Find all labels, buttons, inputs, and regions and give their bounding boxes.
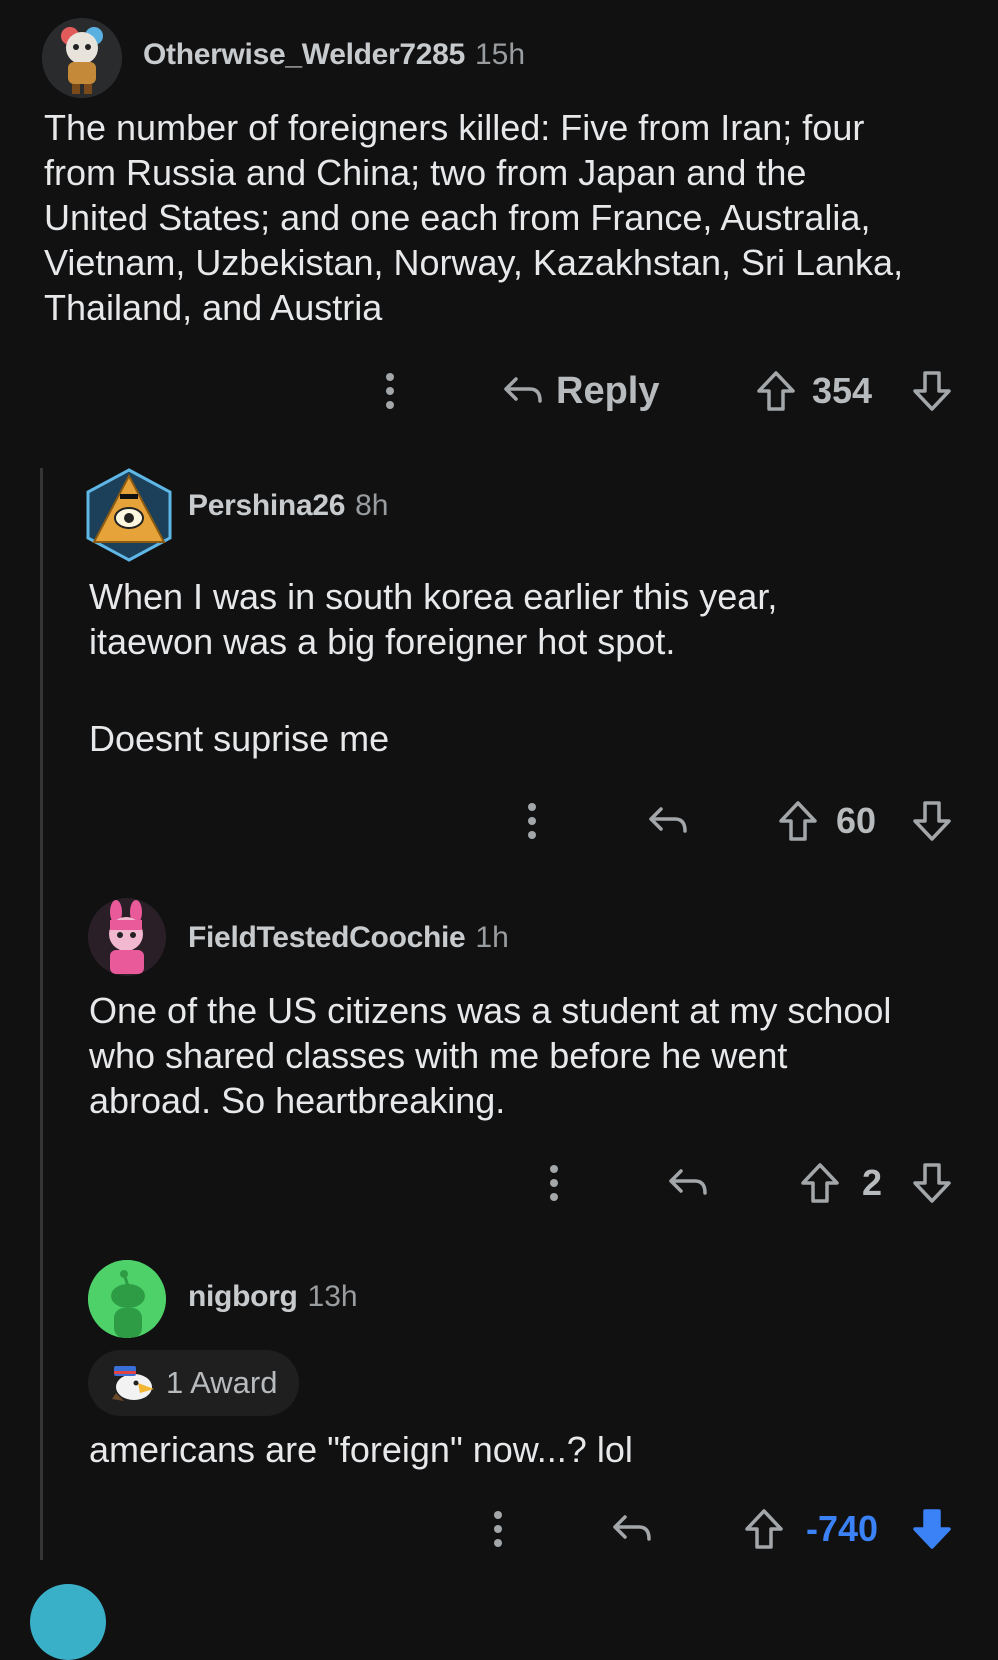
- downvote-arrow-filled-icon: [913, 1509, 951, 1549]
- upvote-arrow-icon: [745, 1509, 783, 1549]
- downvote-arrow-icon: [913, 801, 951, 841]
- reply-arrow-icon: [649, 807, 687, 833]
- vote-score: 60: [836, 800, 877, 841]
- timestamp: 8h: [355, 489, 389, 522]
- comment-meta: Otherwise_Welder7285 15h: [143, 38, 525, 72]
- award-badge[interactable]: 1 Award: [88, 1350, 300, 1416]
- upvote-button[interactable]: [774, 796, 822, 846]
- kebab-menu-icon: [528, 803, 536, 839]
- avatar[interactable]: [30, 1584, 106, 1660]
- comment-body: The number of foreigners killed: Five fr…: [44, 105, 903, 330]
- upvote-button[interactable]: [796, 1158, 844, 1208]
- downvote-button[interactable]: [908, 796, 956, 846]
- comment-body: americans are "foreign" now...? lol: [89, 1427, 633, 1472]
- reply-button[interactable]: [644, 796, 692, 846]
- vote-score: -740: [806, 1508, 879, 1549]
- timestamp: 15h: [474, 38, 526, 71]
- username[interactable]: Pershina26: [188, 489, 345, 523]
- more-options-button[interactable]: [514, 796, 550, 846]
- reply-arrow-icon: [613, 1515, 651, 1541]
- more-options-button[interactable]: [536, 1158, 572, 1208]
- default-snoo-avatar-icon: [88, 1260, 166, 1338]
- downvote-button[interactable]: [908, 1504, 956, 1554]
- comment-line: itaewon was a big foreigner hot spot.: [89, 621, 676, 662]
- reply-arrow-icon: [669, 1169, 707, 1195]
- comment-line: Vietnam, Uzbekistan, Norway, Kazakhstan,…: [44, 242, 904, 283]
- comment-meta: FieldTestedCoochie 1h: [188, 921, 509, 955]
- comment-line: from Russia and China; two from Japan an…: [44, 152, 807, 193]
- comment-line: who shared classes with me before he wen…: [89, 1035, 788, 1076]
- comment-actions: 2: [0, 1158, 998, 1208]
- comment-line: Doesnt suprise me: [89, 718, 390, 759]
- timestamp: 1h: [475, 921, 509, 954]
- more-options-button[interactable]: [372, 366, 408, 416]
- comment-line: The number of foreigners killed: Five fr…: [44, 107, 865, 148]
- downvote-arrow-icon: [913, 1163, 951, 1203]
- upvote-arrow-icon: [757, 371, 795, 411]
- upvote-arrow-icon: [801, 1163, 839, 1203]
- kebab-menu-icon: [550, 1165, 558, 1201]
- illuminati-avatar-icon: [86, 468, 172, 562]
- avatar[interactable]: [86, 468, 172, 562]
- upvote-arrow-icon: [779, 801, 817, 841]
- reply-button[interactable]: Reply: [502, 366, 659, 416]
- downvote-arrow-icon: [913, 371, 951, 411]
- comment-meta: nigborg 13h: [188, 1280, 358, 1314]
- downvote-button[interactable]: [908, 366, 956, 416]
- comment-actions: 60: [0, 796, 998, 846]
- more-options-button[interactable]: [480, 1504, 516, 1554]
- comment-line: When I was in south korea earlier this y…: [89, 576, 778, 617]
- avatar[interactable]: [88, 1260, 166, 1338]
- bunny-avatar-icon: [88, 898, 166, 976]
- comment-line: americans are "foreign" now...? lol: [89, 1429, 633, 1470]
- username[interactable]: FieldTestedCoochie: [188, 921, 466, 955]
- upvote-button[interactable]: [752, 366, 800, 416]
- vote-score: 2: [862, 1162, 883, 1203]
- username[interactable]: nigborg: [188, 1280, 298, 1314]
- comment-body: When I was in south korea earlier this y…: [89, 574, 777, 761]
- comment-line: abroad. So heartbreaking.: [89, 1080, 506, 1121]
- comment-body: One of the US citizens was a student at …: [89, 988, 891, 1123]
- username[interactable]: Otherwise_Welder7285: [143, 38, 465, 72]
- avatar[interactable]: [88, 898, 166, 976]
- comment-line: One of the US citizens was a student at …: [89, 990, 892, 1031]
- avatar[interactable]: [42, 18, 122, 98]
- kebab-menu-icon: [386, 373, 394, 409]
- eagle-award-icon: [112, 1366, 154, 1401]
- upvote-button[interactable]: [740, 1504, 788, 1554]
- reply-button[interactable]: [664, 1158, 712, 1208]
- comment-meta: Pershina26 8h: [188, 489, 388, 523]
- downvote-button[interactable]: [908, 1158, 956, 1208]
- award-label: 1 Award: [166, 1365, 278, 1400]
- snoo-avatar-icon: [42, 18, 122, 98]
- kebab-menu-icon: [494, 1511, 502, 1547]
- comment-actions: Reply 354: [0, 366, 998, 416]
- reply-arrow-icon: [504, 377, 542, 403]
- reply-label: Reply: [556, 369, 660, 412]
- reply-button[interactable]: [608, 1504, 656, 1554]
- vote-score: 354: [812, 370, 873, 411]
- comment-line: Thailand, and Austria: [44, 287, 383, 328]
- thread-line[interactable]: [40, 468, 43, 1560]
- comment-line: United States; and one each from France,…: [44, 197, 871, 238]
- timestamp: 13h: [307, 1280, 358, 1313]
- comment-actions: -740: [0, 1504, 998, 1554]
